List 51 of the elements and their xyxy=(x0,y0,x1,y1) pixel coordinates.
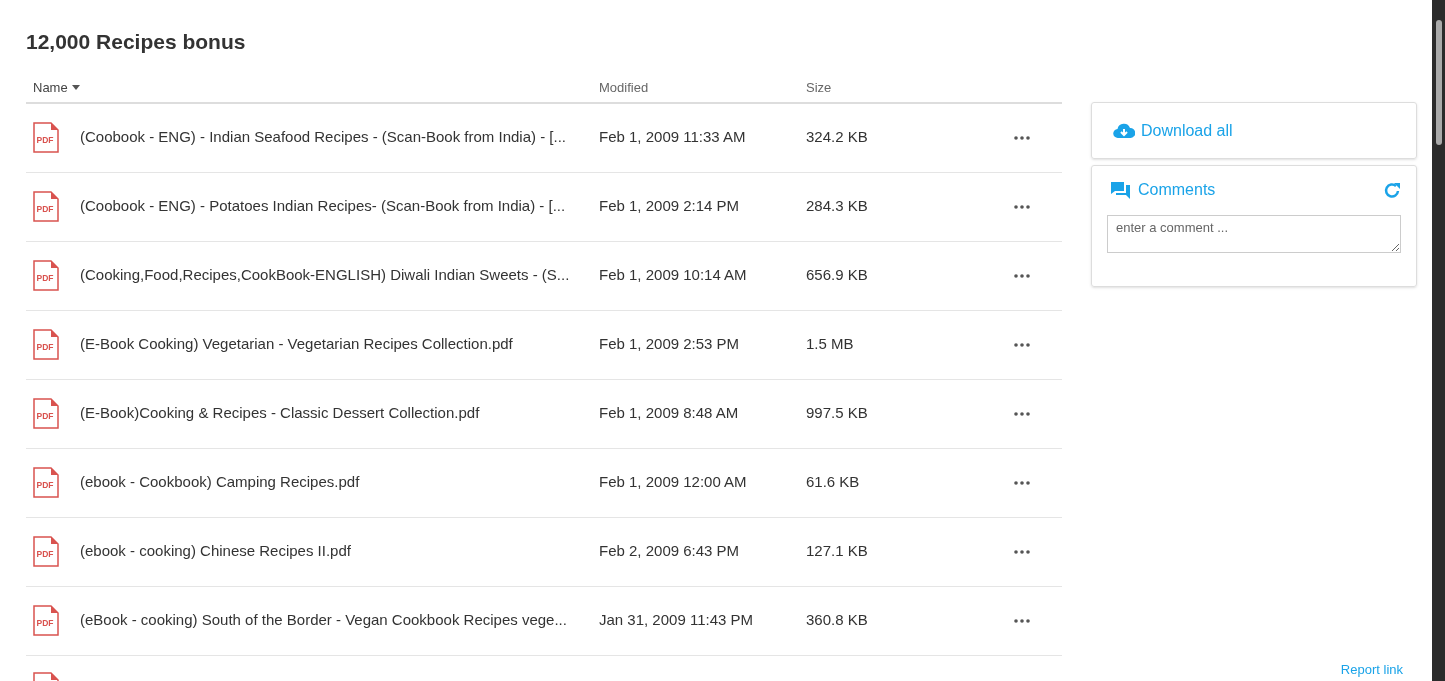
column-header[interactable]: Modified xyxy=(599,77,649,98)
file-name[interactable]: (E-Book)Cooking & Recipes - Classic Dessert Collection.pdf xyxy=(80,402,480,425)
file-name[interactable]: (E-Book Cooking) Vegetarian - Vegetarian Recipes Collection.pdf xyxy=(80,333,513,356)
pdf-file-icon: PDF xyxy=(33,467,59,498)
pdf-file-icon: PDF xyxy=(33,398,59,429)
ellipsis-icon xyxy=(1014,549,1030,554)
modified-date: Feb 2, 2009 6:43 PM xyxy=(599,541,741,562)
file-size: 284.3 KB xyxy=(806,196,869,217)
refresh-icon[interactable] xyxy=(1384,181,1401,199)
file-name[interactable]: (Cooking,Food,Recipes,CookBook-ENGLISH) Diwali Indian Sweets - (S... xyxy=(80,264,570,287)
cloud-download-icon xyxy=(1113,122,1135,139)
modified-date: Feb 1, 2009 11:33 AM xyxy=(599,127,747,148)
column-header[interactable]: Size xyxy=(806,77,832,98)
pdf-file-icon: PDF xyxy=(33,260,59,291)
ellipsis-icon xyxy=(1014,204,1030,209)
pdf-file-icon: PDF xyxy=(33,191,59,222)
modified-date: Feb 1, 2009 12:00 AM xyxy=(599,472,748,493)
file-name[interactable]: (eBook - cooking) South of the Border - Vegan Cookbook Recipes vege... xyxy=(80,609,567,632)
page-title: 12,000 Recipes bonus xyxy=(26,29,247,55)
modified-date: Feb 1, 2009 2:53 PM xyxy=(599,334,741,355)
file-size: 360.8 KB xyxy=(806,610,869,631)
caret-down-icon xyxy=(71,85,80,90)
pdf-file-icon: PDF xyxy=(33,329,59,360)
pdf-file-icon: PDF xyxy=(33,536,59,567)
pdf-file-icon: PDF xyxy=(33,122,59,153)
file-name[interactable]: (ebook - cooking) Chinese Recipes II.pdf xyxy=(80,540,351,563)
chat-bubbles-icon xyxy=(1111,181,1130,199)
ellipsis-icon xyxy=(1014,411,1030,416)
ellipsis-icon xyxy=(1014,342,1030,347)
ellipsis-icon xyxy=(1014,480,1030,485)
ellipsis-icon xyxy=(1014,135,1030,140)
ellipsis-icon xyxy=(1014,273,1030,278)
ellipsis-icon xyxy=(1014,618,1030,623)
modified-date: Jan 31, 2009 11:43 PM xyxy=(599,610,754,631)
pdf-file-icon: PDF xyxy=(33,605,59,636)
modified-date: Feb 1, 2009 2:14 PM xyxy=(599,196,741,217)
file-name[interactable]: (ebook - Cookbook) Camping Recipes.pdf xyxy=(80,471,360,494)
file-size: 324.2 KB xyxy=(806,127,869,148)
comments-title: Comments xyxy=(1138,180,1216,200)
file-name[interactable]: (Coobook - ENG) - Indian Seafood Recipes - (Scan-Book from India) - [... xyxy=(80,126,567,149)
modified-date: Feb 1, 2009 8:48 AM xyxy=(599,403,740,424)
file-size: 997.5 KB xyxy=(806,403,869,424)
file-size: 656.9 KB xyxy=(806,265,869,286)
file-name[interactable]: (Coobook - ENG) - Potatoes Indian Recipes- (Scan-Book from India) - [... xyxy=(80,195,566,218)
comment-field[interactable]: enter a comment ... xyxy=(1107,215,1401,253)
file-size: 127.1 KB xyxy=(806,541,869,562)
scrollbar[interactable] xyxy=(1432,0,1445,681)
file-size: 61.6 KB xyxy=(806,472,861,493)
modified-date: Feb 1, 2009 10:14 AM xyxy=(599,265,748,286)
file-size: 1.5 MB xyxy=(806,334,855,355)
column-header[interactable]: Name xyxy=(33,77,80,98)
